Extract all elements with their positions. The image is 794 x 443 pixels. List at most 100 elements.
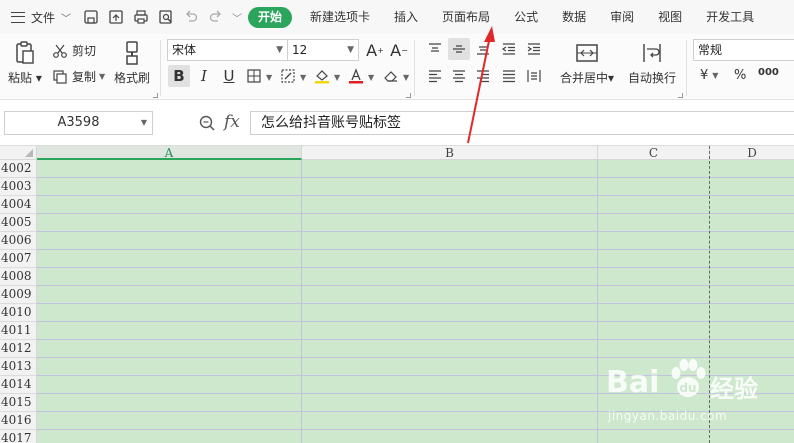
- copy-label: 复制: [72, 70, 97, 84]
- chevron-down-icon[interactable]: ▼: [266, 73, 272, 82]
- distributed-align-button[interactable]: [523, 65, 545, 87]
- row-header[interactable]: 4014: [0, 376, 37, 394]
- clipboard-group-launcher[interactable]: [153, 93, 158, 98]
- chevron-down-icon[interactable]: ▼: [300, 73, 306, 82]
- insert-function-button[interactable]: fx: [224, 112, 240, 132]
- tab-insert[interactable]: 插入: [382, 0, 430, 34]
- column-header-d[interactable]: D: [710, 146, 794, 160]
- align-top-button[interactable]: [424, 38, 446, 60]
- print-icon[interactable]: [130, 6, 152, 28]
- save-icon[interactable]: [80, 6, 102, 28]
- column-header-c[interactable]: C: [598, 146, 710, 160]
- clear-button[interactable]: [380, 65, 402, 87]
- file-menu[interactable]: 文件 ﹀: [0, 0, 80, 34]
- tab-page-layout[interactable]: 页面布局: [430, 0, 502, 34]
- align-left-button[interactable]: [424, 65, 446, 87]
- number-format-value: 常规: [698, 43, 723, 57]
- align-right-icon: [477, 70, 489, 83]
- format-painter-label: 格式刷: [114, 71, 151, 85]
- increase-font-size-button[interactable]: A +: [364, 39, 386, 61]
- italic-button[interactable]: I: [193, 65, 215, 87]
- decrease-font-size-button[interactable]: A −: [388, 39, 410, 61]
- fill-color-button[interactable]: [311, 65, 333, 87]
- bold-button[interactable]: B: [168, 65, 190, 87]
- column-header-a[interactable]: A: [37, 146, 302, 160]
- font-name-select[interactable]: 宋体 ▼: [167, 39, 288, 61]
- align-center-button[interactable]: [448, 65, 470, 87]
- row-header[interactable]: 4013: [0, 358, 37, 376]
- tab-formulas[interactable]: 公式: [502, 0, 550, 34]
- chevron-down-icon[interactable]: ▼: [403, 73, 409, 82]
- row-header[interactable]: 4006: [0, 232, 37, 250]
- row-header[interactable]: 4016: [0, 412, 37, 430]
- currency-format-button[interactable]: ¥ ▼: [700, 68, 718, 83]
- wrap-text-button[interactable]: 自动换行: [628, 40, 676, 86]
- merge-center-button[interactable]: 合并居中▾: [560, 40, 614, 86]
- tab-review[interactable]: 审阅: [598, 0, 646, 34]
- redo-icon[interactable]: [205, 6, 227, 28]
- decrease-indent-button[interactable]: [498, 38, 520, 60]
- underline-button[interactable]: U: [218, 65, 240, 87]
- wrap-text-label: 自动换行: [628, 71, 677, 85]
- cut-label: 剪切: [72, 44, 97, 58]
- print-preview-icon[interactable]: [155, 6, 177, 28]
- tab-data[interactable]: 数据: [550, 0, 598, 34]
- divider: [686, 40, 687, 96]
- export-pdf-icon[interactable]: [105, 6, 127, 28]
- eraser-icon: [384, 71, 397, 82]
- gridline: [37, 249, 794, 250]
- font-size-select[interactable]: 12 ▼: [287, 39, 359, 61]
- quick-access-toolbar: ﹀: [80, 0, 242, 34]
- gridline: [37, 339, 794, 340]
- row-header[interactable]: 4010: [0, 304, 37, 322]
- select-all-button[interactable]: [0, 146, 37, 160]
- gridline: [37, 195, 794, 196]
- row-header[interactable]: 4009: [0, 286, 37, 304]
- tab-home[interactable]: 开始: [248, 6, 293, 28]
- font-color-button[interactable]: [345, 65, 367, 87]
- chevron-down-icon[interactable]: ▼: [368, 73, 374, 82]
- name-box[interactable]: A3598 ▼: [4, 111, 153, 135]
- thousands-separator-button[interactable]: 000: [758, 67, 779, 78]
- chevron-down-icon[interactable]: ﹀: [232, 10, 242, 25]
- align-middle-button[interactable]: [448, 38, 470, 60]
- align-bottom-button[interactable]: [472, 38, 494, 60]
- paste-button[interactable]: 粘贴 ▾: [8, 40, 42, 86]
- row-header[interactable]: 4015: [0, 394, 37, 412]
- undo-icon[interactable]: [180, 6, 202, 28]
- copy-button[interactable]: 复制 ▼: [52, 68, 105, 85]
- row-header[interactable]: 4012: [0, 340, 37, 358]
- gridline: [301, 160, 302, 443]
- align-right-button[interactable]: [472, 65, 494, 87]
- borders-button[interactable]: [243, 65, 265, 87]
- chevron-down-icon[interactable]: ▼: [334, 73, 340, 82]
- divider: [160, 40, 161, 96]
- row-header[interactable]: 4003: [0, 178, 37, 196]
- number-format-select[interactable]: 常规: [693, 39, 794, 61]
- ribbon: 粘贴 ▾ 剪切 复制 ▼ 格式刷 宋体 ▼ 12 ▼ A + A − B I U ▼ ▼ …: [0, 34, 794, 100]
- row-header[interactable]: 4002: [0, 160, 37, 178]
- column-header-b[interactable]: B: [302, 146, 598, 160]
- row-header[interactable]: 4008: [0, 268, 37, 286]
- format-painter-button[interactable]: 格式刷: [114, 40, 150, 86]
- row-header[interactable]: 4017: [0, 430, 37, 443]
- formula-input[interactable]: 怎么给抖音账号贴标签: [250, 111, 794, 135]
- ribbon-tabs: 开始 新建选项卡 插入 页面布局 公式 数据 审阅 视图 开发工具: [248, 0, 766, 34]
- tab-new-tab[interactable]: 新建选项卡: [298, 0, 382, 34]
- row-header[interactable]: 4005: [0, 214, 37, 232]
- font-group-launcher[interactable]: [406, 93, 411, 98]
- outdent-icon: [501, 43, 515, 55]
- zoom-search-icon[interactable]: [198, 114, 216, 132]
- brush-icon: [126, 41, 138, 65]
- percent-format-button[interactable]: %: [734, 68, 746, 83]
- alignment-group-launcher[interactable]: [678, 93, 683, 98]
- increase-indent-button[interactable]: [523, 38, 545, 60]
- row-header[interactable]: 4007: [0, 250, 37, 268]
- row-header[interactable]: 4011: [0, 322, 37, 340]
- justify-button[interactable]: [498, 65, 520, 87]
- tab-view[interactable]: 视图: [646, 0, 694, 34]
- cell-style-button[interactable]: [277, 65, 299, 87]
- row-header[interactable]: 4004: [0, 196, 37, 214]
- tab-developer[interactable]: 开发工具: [694, 0, 766, 34]
- cut-button[interactable]: 剪切: [52, 42, 96, 59]
